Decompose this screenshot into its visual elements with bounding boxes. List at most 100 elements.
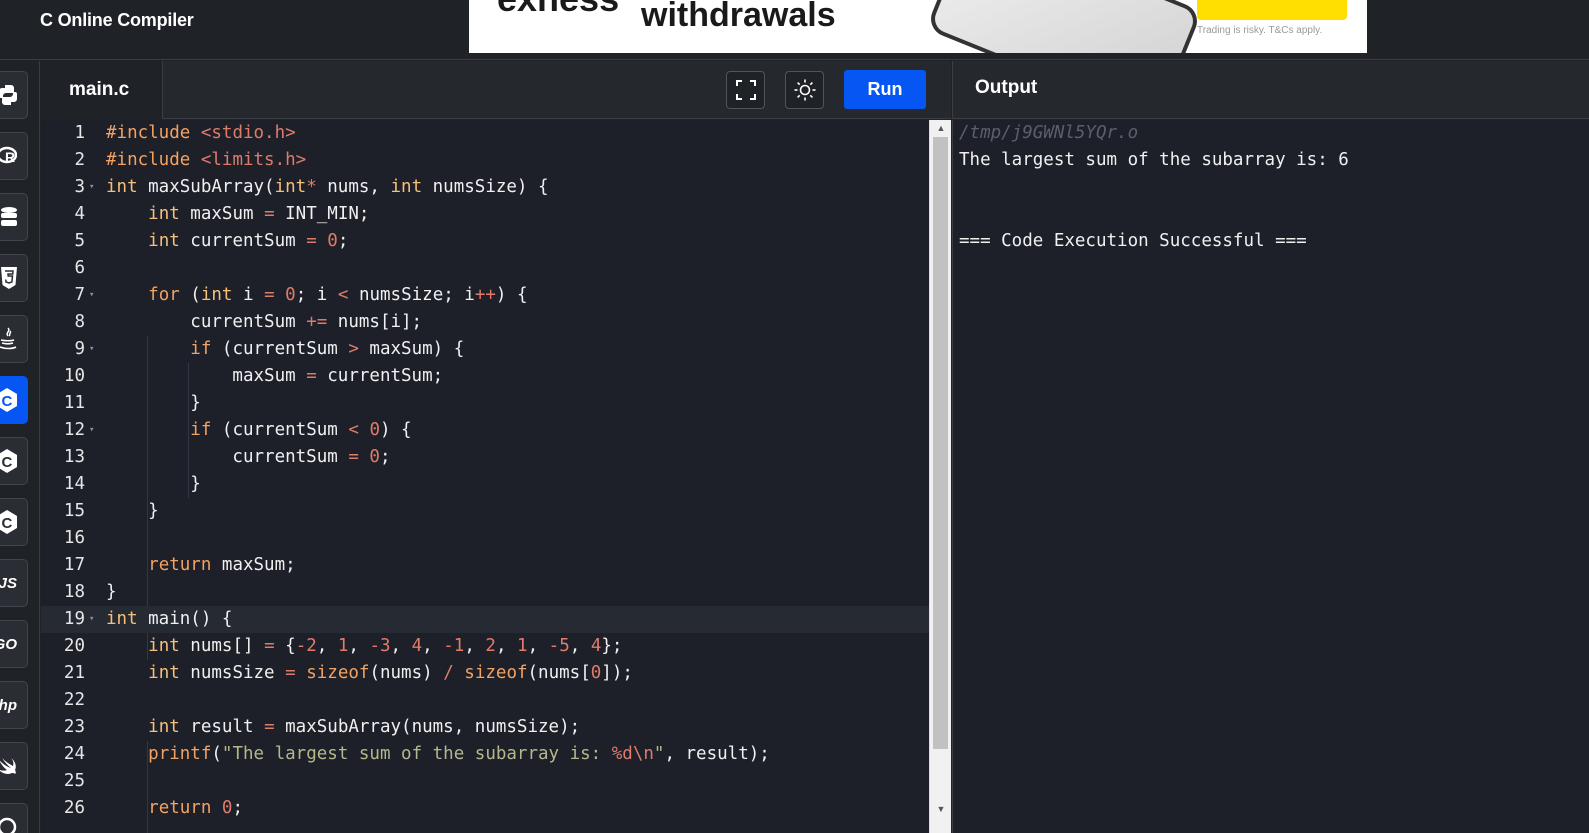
language-go-button[interactable]: GO [0,620,28,668]
database-icon [1,207,17,226]
fold-arrow-icon[interactable]: ▾ [89,606,94,633]
code-text: return 0; [148,798,244,818]
language-swift-button[interactable] [0,742,28,790]
swift-icon [0,758,16,774]
line-number: 13 [63,447,85,467]
code-line: 8 currentSum += nums[i]; [41,309,929,336]
theme-toggle-button[interactable] [785,71,824,109]
code-line: 18} [41,579,929,606]
line-number: 8 [74,312,85,332]
run-button[interactable]: Run [844,70,926,109]
fold-arrow-icon[interactable]: ▾ [89,282,94,309]
code-line: 4 int maxSum = INT_MIN; [41,201,929,228]
fold-arrow-icon[interactable]: ▾ [89,417,94,444]
svg-text:C: C [2,393,13,410]
code-line: 3 ▾ int maxSubArray(int* nums, int numsSiz… [41,174,929,201]
ad-headline: withdrawals [641,0,836,34]
svg-text:C: C [2,515,13,532]
language-javascript-button[interactable]: JS [0,559,28,607]
code-text: currentSum += nums[i]; [106,312,423,332]
code-text: if (currentSum < 0) { [190,420,412,440]
ad-brand: exness [497,0,619,20]
output-result: The largest sum of the subarray is: 6 [959,150,1349,170]
code-text: #include <limits.h> [106,150,307,170]
line-number: 12 [63,420,85,440]
cpp-icon: C [0,449,17,473]
language-sidebar: R C C C JS GO hp [0,61,40,833]
language-html-button[interactable] [0,254,28,302]
code-text: int main() { [106,609,233,629]
code-editor[interactable]: 1 #include <stdio.h> 2 #include <limits.h>… [41,120,929,833]
output-status: === Code Execution Successful === [959,231,1307,251]
language-php-button[interactable]: hp [0,681,28,729]
line-number: 15 [63,501,85,521]
code-line: 14 } [41,471,929,498]
output-header: Output [952,61,1589,119]
code-line: 25 [41,768,929,795]
code-line: 9 ▾ if (currentSum > maxSum) { [41,336,929,363]
line-number: 22 [63,690,85,710]
java-icon [0,327,17,350]
line-number: 4 [74,204,85,224]
scrollbar-thumb[interactable] [933,137,948,749]
code-text: } [106,501,159,521]
app-title: C Online Compiler [40,10,194,30]
code-line: 21 int numsSize = sizeof(nums) / sizeof(… [41,660,929,687]
editor-scrollbar[interactable]: ▲ ▼ [929,120,951,833]
line-number: 1 [74,123,85,143]
advertisement-banner[interactable]: exness withdrawals Trading is risky. T&C… [469,0,1367,53]
code-line-active: 19 ▾ int main() { [41,606,929,633]
fullscreen-button[interactable] [726,71,765,109]
code-line: 26 return 0; [41,795,929,822]
language-cpp-button[interactable]: C [0,437,28,485]
line-number: 16 [63,528,85,548]
line-number: 25 [63,771,85,791]
language-java-button[interactable] [0,315,28,363]
code-text: int maxSubArray(int* nums, int numsSize)… [106,177,549,197]
ad-cta-button[interactable] [1197,0,1347,20]
fold-arrow-icon[interactable]: ▾ [89,336,94,363]
line-number: 11 [63,393,85,413]
scroll-down-arrow-icon[interactable]: ▼ [930,801,952,817]
code-text: int maxSum = INT_MIN; [148,204,370,224]
code-line: 1 #include <stdio.h> [41,120,929,147]
code-line: 5 int currentSum = 0; [41,228,929,255]
php-label: hp [0,696,17,714]
code-line: 22 [41,687,929,714]
fullscreen-icon [735,80,756,100]
line-number: 14 [63,474,85,494]
language-python-button[interactable] [0,71,28,119]
line-number: 21 [63,663,85,683]
csharp-icon: C [0,510,17,534]
code-line: 17 return maxSum; [41,552,929,579]
output-console[interactable]: /tmp/j9GWNl5YQr.o The largest sum of the… [952,120,1589,833]
javascript-label: JS [0,574,17,592]
code-line: 23 int result = maxSubArray(nums, numsSi… [41,714,929,741]
code-text: int currentSum = 0; [148,231,349,251]
code-text: int numsSize = sizeof(nums) / sizeof(num… [148,663,633,683]
output-path: /tmp/j9GWNl5YQr.o [959,123,1139,143]
code-text: } [106,474,201,494]
svg-text:R: R [5,149,15,165]
language-sql-button[interactable] [0,193,28,241]
language-csharp-button[interactable]: C [0,498,28,546]
scroll-up-arrow-icon[interactable]: ▲ [930,120,952,136]
c-icon: C [0,388,17,412]
language-c-button[interactable]: C [0,376,28,424]
line-number: 23 [63,717,85,737]
language-r-button[interactable]: R [0,132,28,180]
line-number: 5 [74,231,85,251]
fold-arrow-icon[interactable]: ▾ [89,174,94,201]
code-line: 16 [41,525,929,552]
tab-main-c[interactable]: main.c [41,61,163,119]
code-line: 10 maxSum = currentSum; [41,363,929,390]
line-number: 9 [74,339,85,359]
rust-icon [0,817,17,833]
output-title: Output [975,77,1038,98]
code-text: } [106,393,201,413]
code-line: 6 [41,255,929,282]
language-rust-button[interactable] [0,803,28,833]
code-text: if (currentSum > maxSum) { [190,339,465,359]
svg-text:C: C [2,454,13,471]
code-line: 7 ▾ for (int i = 0; i < numsSize; i++) { [41,282,929,309]
